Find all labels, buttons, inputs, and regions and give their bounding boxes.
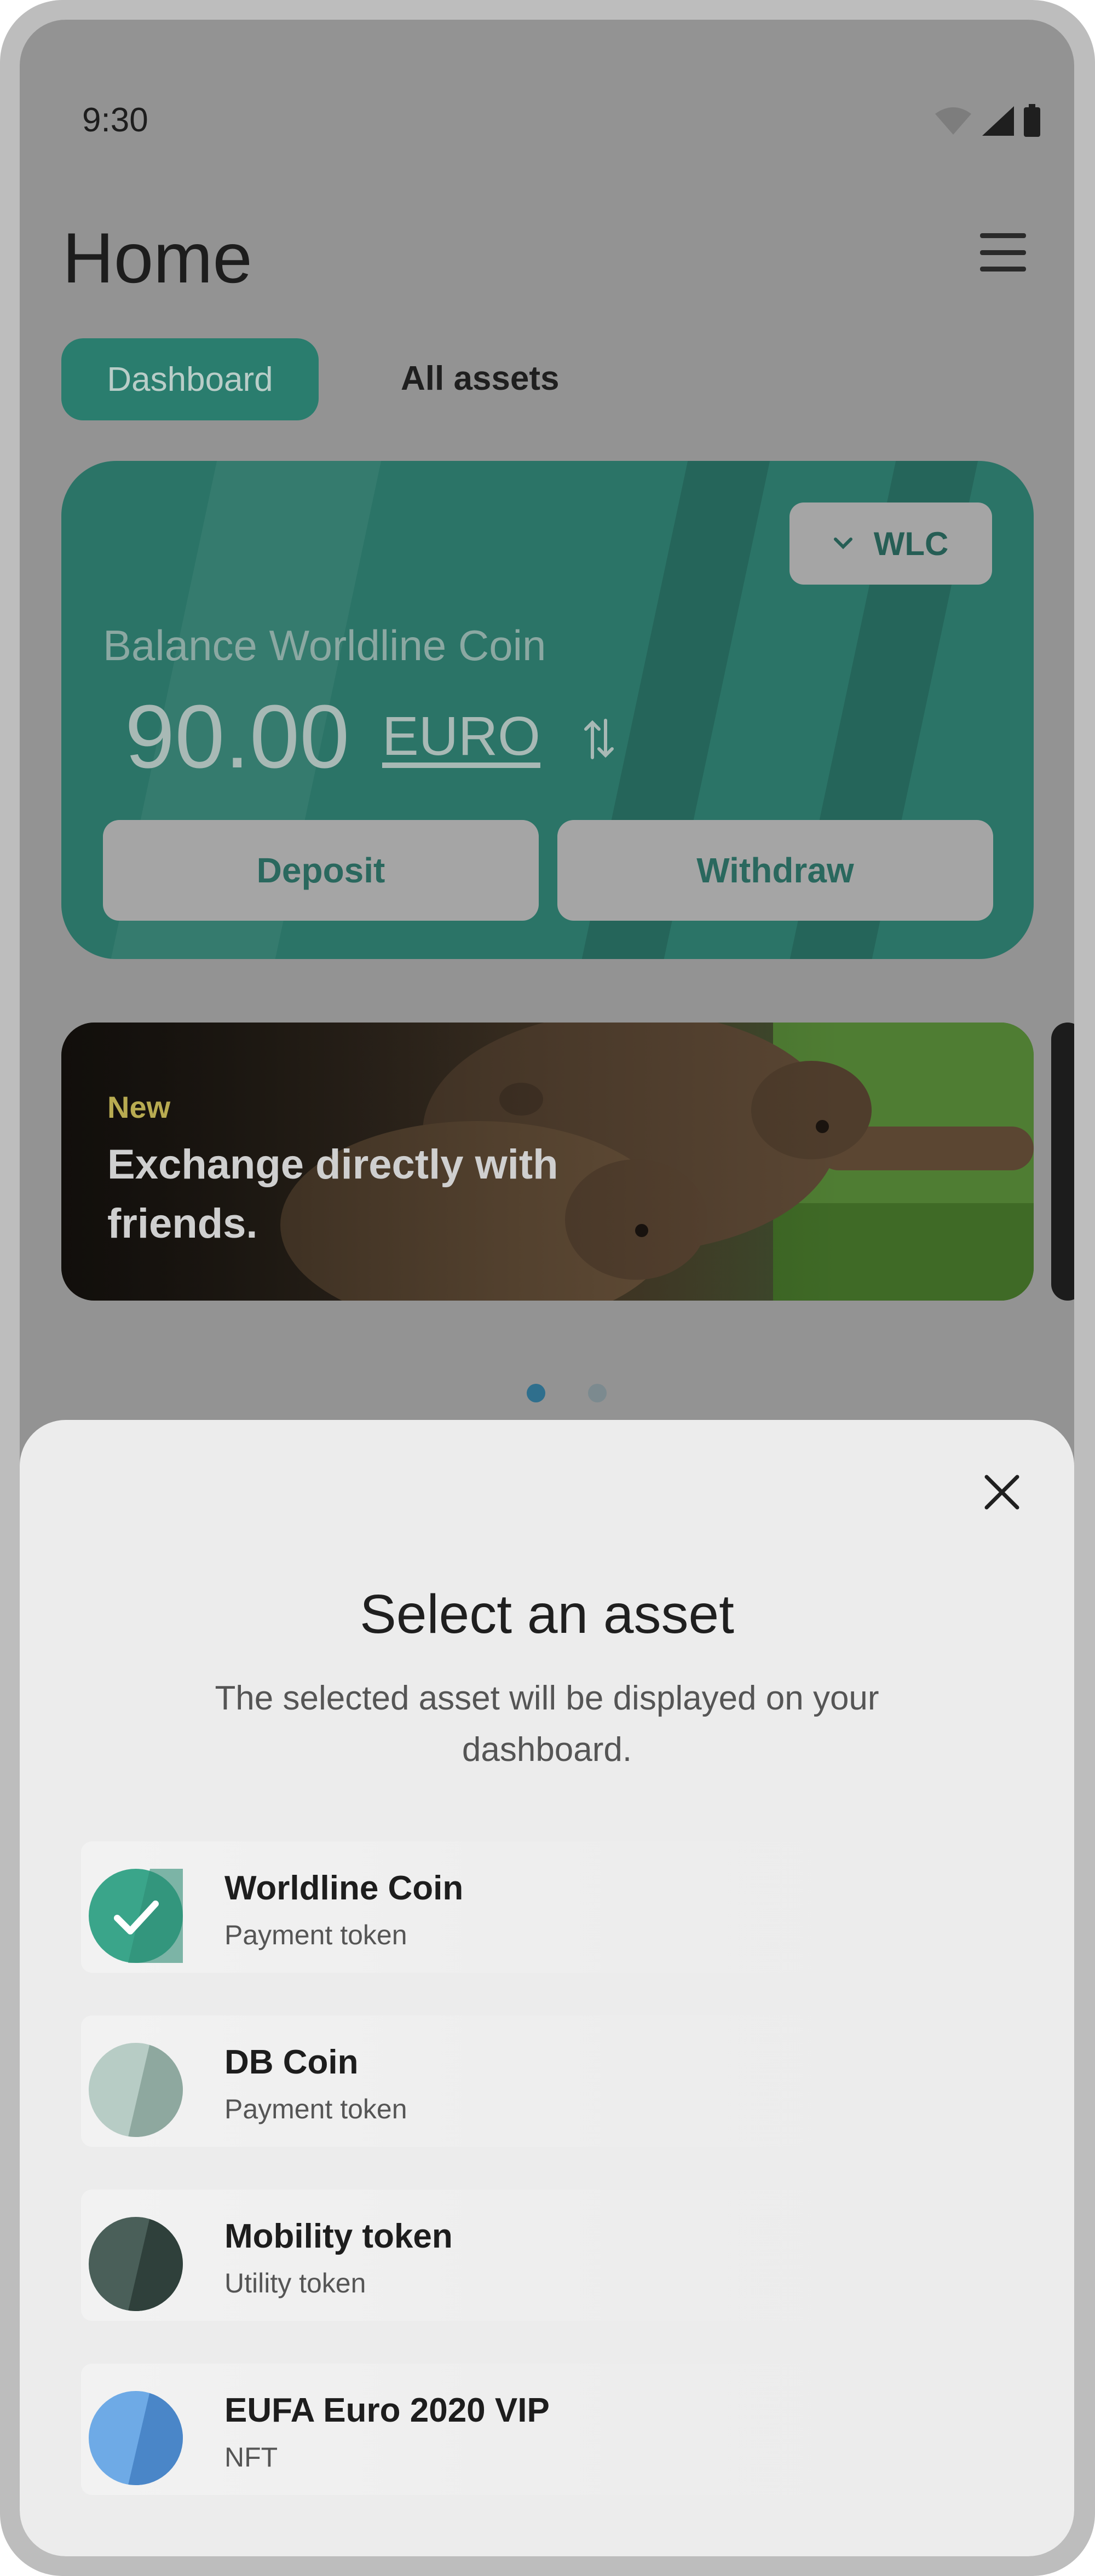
balance-label: Balance Worldline Coin bbox=[103, 621, 546, 669]
asset-selector-label: WLC bbox=[873, 525, 949, 562]
asset-token-icon bbox=[89, 2043, 183, 2137]
promo-banner[interactable]: New Exchange directly with friends. bbox=[61, 1023, 1034, 1301]
asset-option-worldline-coin[interactable]: Worldline Coin Payment token bbox=[81, 1841, 1001, 1973]
asset-token-icon bbox=[89, 2217, 183, 2311]
asset-token-icon bbox=[89, 2391, 183, 2485]
next-promo-peek[interactable] bbox=[1051, 1023, 1074, 1301]
asset-name: EUFA Euro 2020 VIP bbox=[224, 2392, 550, 2429]
asset-name: Worldline Coin bbox=[224, 1869, 464, 1907]
promo-headline: Exchange directly with friends. bbox=[107, 1141, 558, 1247]
status-icons bbox=[934, 104, 1041, 138]
asset-option-db-coin[interactable]: DB Coin Payment token bbox=[81, 2015, 1001, 2147]
deposit-button[interactable]: Deposit bbox=[103, 820, 539, 921]
wifi-icon bbox=[935, 107, 971, 135]
asset-type: Payment token bbox=[224, 2094, 407, 2124]
menu-icon[interactable] bbox=[980, 233, 1026, 272]
asset-type: Utility token bbox=[224, 2268, 366, 2298]
swap-icon[interactable] bbox=[584, 718, 614, 760]
status-time: 9:30 bbox=[82, 101, 148, 139]
device-frame: 9:30 Home Dashboard All assets WLC Balan… bbox=[0, 0, 1095, 2576]
currency-toggle[interactable]: EURO bbox=[382, 705, 540, 768]
sheet-title: Select an asset bbox=[360, 1584, 734, 1645]
tab-all-assets[interactable]: All assets bbox=[401, 359, 560, 398]
sheet-subtitle: The selected asset will be displayed on … bbox=[215, 1679, 879, 1769]
withdraw-button[interactable]: Withdraw bbox=[557, 820, 993, 921]
asset-type: Payment token bbox=[224, 1920, 407, 1950]
signal-icon bbox=[982, 106, 1014, 136]
promo-eyebrow: New bbox=[107, 1090, 171, 1124]
asset-option-mobility-token[interactable]: Mobility token Utility token bbox=[81, 2190, 1001, 2321]
asset-option-eufa-euro-2020-vip[interactable]: EUFA Euro 2020 VIP NFT bbox=[81, 2364, 1001, 2495]
menu-line bbox=[980, 267, 1026, 272]
asset-name: Mobility token bbox=[224, 2217, 453, 2255]
close-icon[interactable] bbox=[980, 1470, 1024, 1514]
carousel-dot-active[interactable] bbox=[527, 1384, 545, 1402]
chevron-down-icon bbox=[833, 538, 852, 550]
tab-dashboard[interactable]: Dashboard bbox=[61, 338, 319, 420]
asset-bottom-sheet: Select an asset The selected asset will … bbox=[20, 1420, 1074, 2556]
balance-amount: 90.00 bbox=[125, 686, 350, 787]
asset-selector-button[interactable]: WLC bbox=[789, 503, 992, 585]
menu-line bbox=[980, 233, 1026, 238]
asset-name: DB Coin bbox=[224, 2043, 359, 2081]
balance-card: WLC Balance Worldline Coin 90.00 EURO De… bbox=[61, 461, 1034, 959]
screen: 9:30 Home Dashboard All assets WLC Balan… bbox=[20, 20, 1074, 2556]
battery-icon bbox=[1024, 104, 1040, 137]
carousel-dot[interactable] bbox=[588, 1384, 607, 1402]
page-title: Home bbox=[62, 218, 252, 298]
menu-line bbox=[980, 250, 1026, 255]
asset-type: NFT bbox=[224, 2442, 278, 2473]
asset-token-icon bbox=[89, 1869, 183, 1963]
